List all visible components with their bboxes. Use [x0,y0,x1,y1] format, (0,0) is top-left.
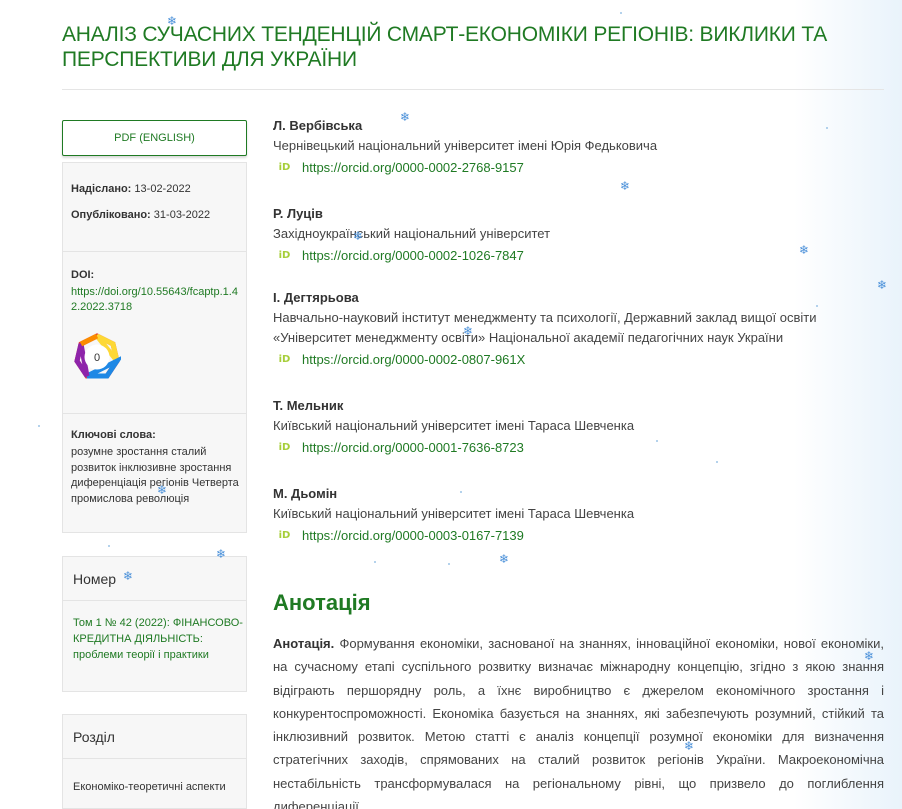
author-affiliation: Київський національний університет імені… [273,506,635,521]
snow-dot [620,12,622,14]
article-info-panel: Надіслано: 13-02-2022 Опубліковано: 31-0… [62,162,247,533]
submitted-label: Надіслано: [71,183,132,195]
orcid-icon: iD [277,159,292,175]
orcid-link[interactable]: https://orcid.org/0000-0002-2768-9157 [302,160,524,175]
keywords-list: розумне зростання сталий розвиток інклюз… [71,446,239,505]
author-name: Т. Мельник [273,398,344,413]
article-page: АНАЛІЗ СУЧАСНИХ ТЕНДЕНЦІЙ СМАРТ-ЕКОНОМІК… [0,0,902,809]
snowflake-icon: ❄ [167,14,178,28]
snowflake-icon: ❄ [400,110,411,124]
published-value: 31-03-2022 [153,209,211,221]
doi-link[interactable]: https://doi.org/10.55643/fcaptp.1.42.202… [71,285,241,315]
snow-dot [816,305,818,307]
doi-label: DOI: [71,269,95,281]
author-orcid: iD https://orcid.org/0000-0002-0807-961X [273,348,873,370]
snowflake-icon: ❄ [157,483,168,497]
snow-dot [374,561,376,563]
author-entry: Л. Вербівська Чернівецький національний … [273,118,873,178]
issue-panel: Номер Том 1 № 42 (2022): ФІНАНСОВО-КРЕДИ… [62,556,247,692]
altmetric-score: 0 [94,352,100,364]
author-entry: І. Дегтярьова Навчально-науковий інститу… [273,290,873,370]
author-affiliation: Чернівецький національний університет ім… [273,138,658,153]
author-orcid: iD https://orcid.org/0000-0002-2768-9157 [273,156,873,178]
snowflake-icon: ❄ [864,649,875,663]
title-divider [62,89,884,90]
published-date: Опубліковано: 31-03-2022 [71,209,210,221]
snowflake-icon: ❄ [123,569,134,583]
orcid-icon: iD [277,351,292,367]
orcid-icon: iD [277,247,292,263]
abstract-heading: Анотація [273,590,371,615]
author-affiliation: Навчально-науковий інститут менеджменту … [273,310,817,345]
orcid-link[interactable]: https://orcid.org/0000-0003-0167-7139 [302,528,524,543]
author-name: Р. Луців [273,206,323,221]
snow-dot [826,127,828,129]
pdf-english-button[interactable]: PDF (ENGLISH) [62,120,247,156]
abstract-lead: Анотація. [273,636,335,651]
snowflake-icon: ❄ [499,552,510,566]
author-name: Л. Вербівська [273,118,363,133]
snowflake-icon: ❄ [353,229,364,243]
snow-dot [108,545,110,547]
abstract-body: Анотація. Формування економіки, заснован… [273,632,884,809]
snowflake-icon: ❄ [620,179,631,193]
author-orcid: iD https://orcid.org/0000-0001-7636-8723 [273,436,873,458]
page-title: АНАЛІЗ СУЧАСНИХ ТЕНДЕНЦІЙ СМАРТ-ЕКОНОМІК… [62,23,828,71]
submitted-date: Надіслано: 13-02-2022 [71,183,191,195]
orcid-link[interactable]: https://orcid.org/0000-0001-7636-8723 [302,440,524,455]
section-heading: Розділ [63,715,246,759]
snow-dot [38,425,40,427]
author-name: М. Дьомін [273,486,338,501]
orcid-icon: iD [277,439,292,455]
section-value: Економіко-теоретичні аспекти [73,781,226,793]
author-entry: М. Дьомін Київський національний універс… [273,486,873,546]
altmetric-badge[interactable]: 0 [73,333,121,381]
snow-dot [716,461,718,463]
author-orcid: iD https://orcid.org/0000-0002-1026-7847 [273,244,873,266]
published-label: Опубліковано: [71,209,151,221]
keywords-label: Ключові слова: [71,429,156,441]
snowflake-icon: ❄ [463,324,474,338]
orcid-icon: iD [277,527,292,543]
panel-divider [63,251,246,252]
snowflake-icon: ❄ [216,547,227,561]
snow-dot [460,491,462,493]
orcid-link[interactable]: https://orcid.org/0000-0002-1026-7847 [302,248,524,263]
submitted-value: 13-02-2022 [134,183,191,195]
snowflake-icon: ❄ [799,243,810,257]
panel-divider [63,413,246,414]
author-orcid: iD https://orcid.org/0000-0003-0167-7139 [273,524,873,546]
orcid-link[interactable]: https://orcid.org/0000-0002-0807-961X [302,352,525,367]
author-entry: Т. Мельник Київський національний універ… [273,398,873,458]
snow-dot [448,563,450,565]
issue-link[interactable]: Том 1 № 42 (2022): ФІНАНСОВО-КРЕДИТНА ДІ… [73,615,243,663]
section-panel: Розділ Економіко-теоретичні аспекти [62,714,247,809]
snowflake-icon: ❄ [877,278,888,292]
issue-heading: Номер [63,557,246,601]
author-affiliation: Київський національний університет імені… [273,418,635,433]
snowflake-icon: ❄ [684,739,695,753]
author-name: І. Дегтярьова [273,290,359,305]
abstract-text: Формування економіки, заснованої на знан… [273,636,884,809]
snow-dot [656,440,658,442]
